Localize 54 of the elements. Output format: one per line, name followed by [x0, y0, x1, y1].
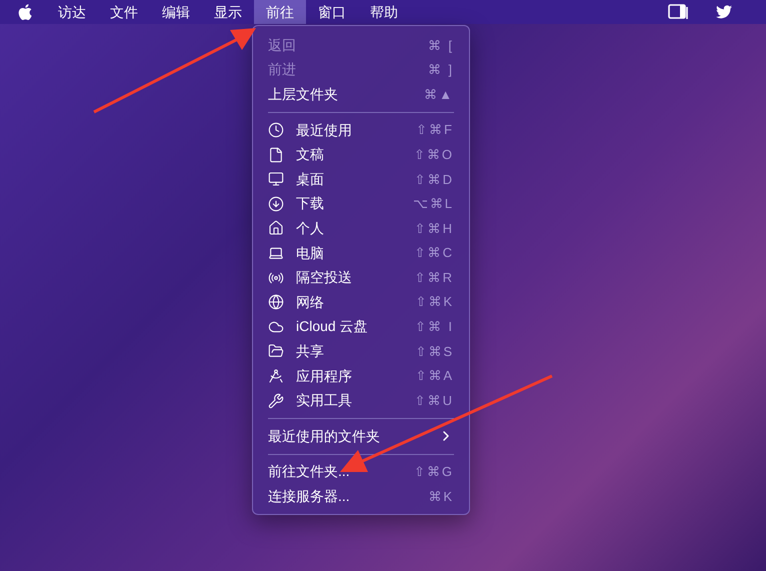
menu-item[interactable]: 前往文件夹... ⇧⌘G [253, 460, 469, 484]
menu-item[interactable]: 隔空投送 ⇧⌘R [253, 265, 469, 290]
menu-item[interactable]: 电脑 ⇧⌘C [253, 240, 469, 266]
shortcut-text: ⇧⌘U [414, 392, 454, 410]
compass-icon [268, 368, 284, 384]
laptop-icon [268, 245, 284, 262]
menu-item[interactable]: 共享 ⇧⌘S [253, 339, 469, 364]
folder-icon [268, 343, 284, 360]
shortcut-text: ⇧⌘ I [414, 318, 454, 336]
menu-item[interactable]: 上层文件夹 ⌘▲ [253, 82, 469, 107]
apple-logo-icon [18, 4, 32, 20]
download-icon [268, 196, 284, 212]
menu-item[interactable]: 个人 ⇧⌘H [253, 216, 469, 241]
wrench-icon [268, 392, 284, 409]
menu-bar-item[interactable]: 访达 [46, 0, 98, 24]
display-icon [268, 171, 284, 188]
shortcut-text: ⇧⌘R [414, 268, 454, 287]
menu-item[interactable]: 下载 ⌥⌘L [253, 192, 469, 216]
menu-bar-item[interactable]: 编辑 [150, 0, 202, 24]
menu-item[interactable]: 连接服务器... ⌘K [253, 484, 469, 509]
bird-icon [716, 5, 732, 19]
menu-bar-item[interactable]: 文件 [98, 0, 150, 24]
shortcut-text: ⇧⌘D [414, 170, 454, 189]
shortcut-text: ⌥⌘L [412, 195, 454, 214]
menu-item[interactable]: iCloud 云盘 ⇧⌘ I [253, 314, 469, 340]
shortcut-text: ⇧⌘O [414, 146, 454, 164]
shortcut-text: ⇧⌘G [414, 463, 454, 482]
document-icon [268, 146, 284, 163]
shortcut-text: ⇧⌘A [415, 367, 454, 386]
shortcut-text: ⇧⌘F [416, 121, 454, 140]
shortcut-text: ⌘▲ [424, 86, 454, 104]
menu-item[interactable]: 实用工具 ⇧⌘U [253, 388, 469, 413]
menu-item[interactable]: 网络 ⇧⌘K [253, 290, 469, 315]
menu-item[interactable]: 最近使用 ⇧⌘F [253, 118, 469, 142]
globe-icon [268, 294, 284, 310]
menu-item[interactable]: 桌面 ⇧⌘D [253, 166, 469, 192]
shortcut-text: ⌘ [ [428, 36, 454, 55]
menu-item[interactable]: 最近使用的文件夹 [253, 424, 469, 448]
house-icon [268, 220, 284, 236]
shortcut-text: ⇧⌘C [414, 244, 454, 262]
radio-waves-icon [268, 270, 284, 286]
menu-bar-item[interactable]: 显示 [202, 0, 254, 24]
shortcut-text: ⌘ ] [428, 61, 454, 80]
shortcut-text: ⌘K [428, 488, 454, 506]
menu-bar-item[interactable]: 帮助 [358, 0, 410, 24]
menu-bar-item[interactable]: 前往 [254, 0, 306, 24]
menu-item[interactable]: 应用程序 ⇧⌘A [253, 364, 469, 388]
clock-icon [268, 122, 284, 138]
shortcut-text: ⇧⌘H [414, 220, 454, 238]
shortcut-text: ⇧⌘S [415, 342, 454, 361]
shortcut-text: ⇧⌘K [415, 293, 454, 312]
menu-item[interactable]: 文稿 ⇧⌘O [253, 142, 469, 167]
sidebar-icon [668, 4, 688, 20]
menu-bar-item[interactable]: 窗口 [306, 0, 358, 24]
